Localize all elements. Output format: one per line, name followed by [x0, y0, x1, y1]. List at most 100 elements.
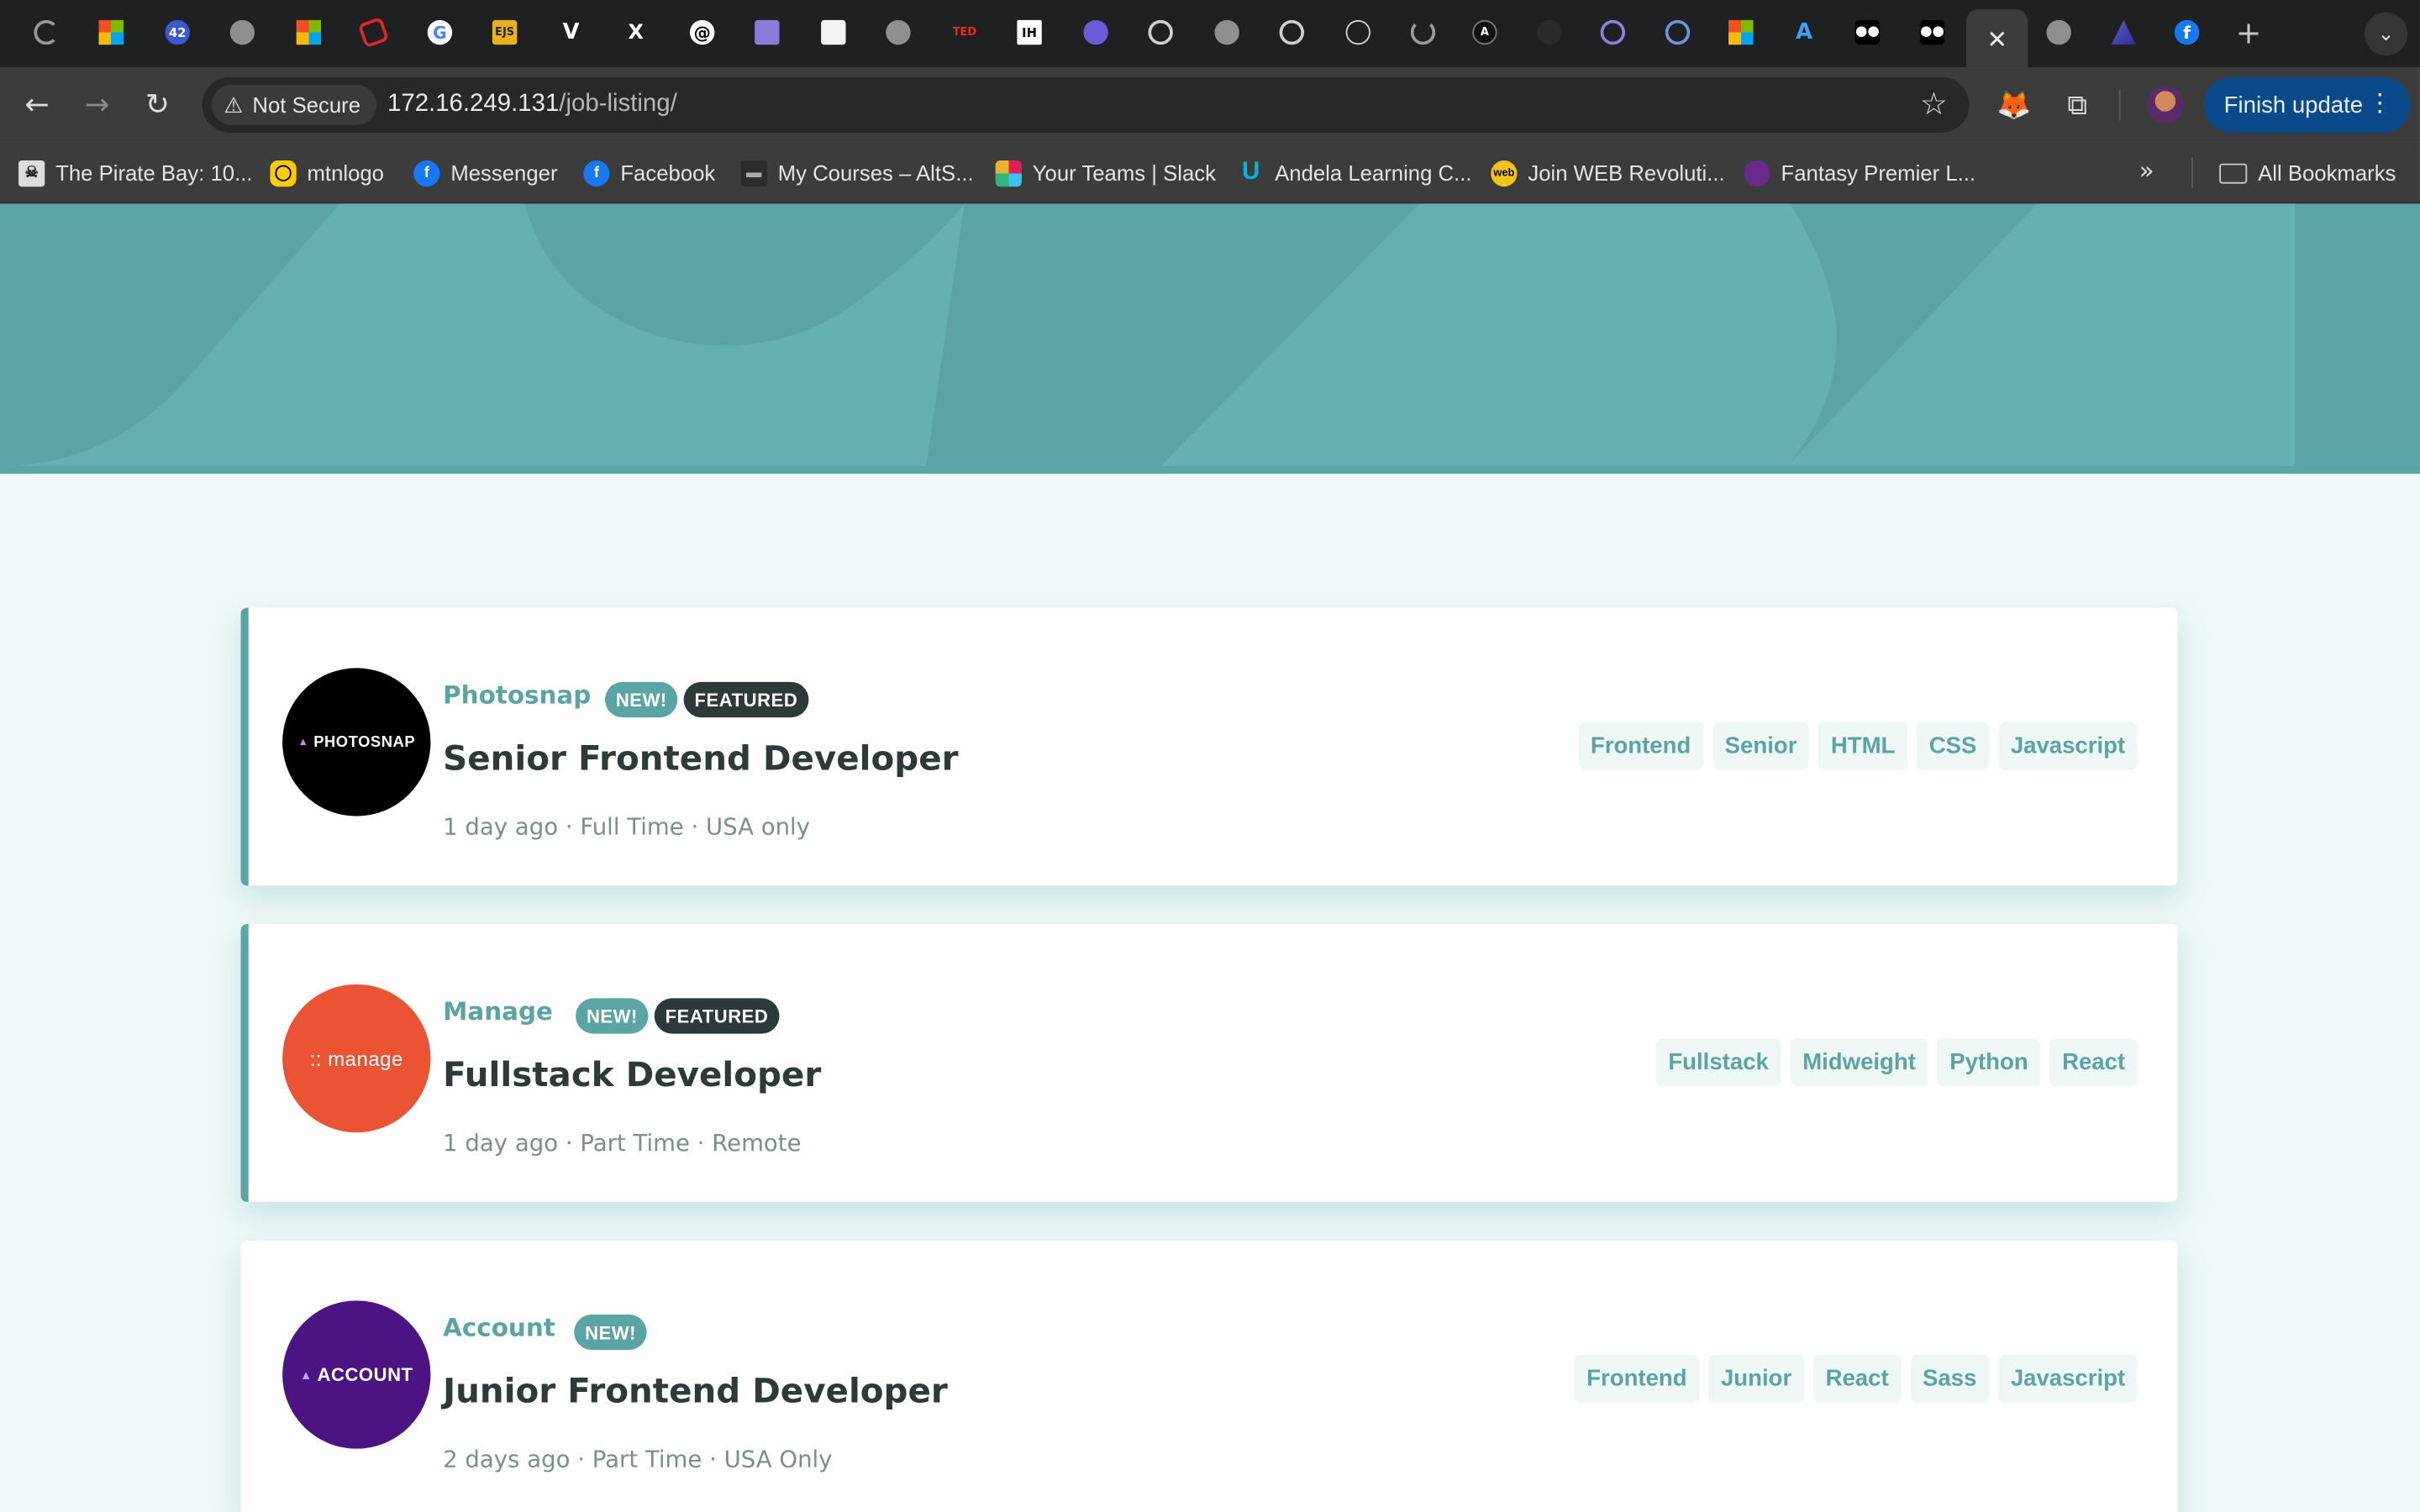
tab-v[interactable]: V [554, 15, 587, 49]
tab-dark[interactable] [1533, 15, 1566, 49]
tab-microsoft[interactable] [94, 15, 128, 49]
globe-icon [229, 19, 255, 45]
profile-avatar[interactable] [2145, 85, 2186, 125]
tab-purple[interactable] [1079, 15, 1113, 49]
tab-globe-4[interactable] [2042, 15, 2075, 49]
metamask-extension-icon[interactable]: 🦊 [1994, 85, 2034, 125]
tag-filter-button[interactable]: React [2049, 1038, 2138, 1087]
tag-filter-button[interactable]: Python [1937, 1038, 2041, 1087]
tag-filter-button[interactable]: HTML [1818, 722, 1908, 770]
job-title[interactable]: Senior Frontend Developer [443, 741, 958, 780]
back-button[interactable]: ← [18, 87, 55, 123]
job-title[interactable]: Fullstack Developer [443, 1057, 821, 1095]
tab-a-logo[interactable]: A [1787, 15, 1821, 49]
tag-filter-button[interactable]: Senior [1712, 722, 1810, 770]
tab-active[interactable]: ✕ [1965, 9, 2028, 68]
new-tab-button[interactable]: + [2228, 14, 2269, 51]
close-icon[interactable]: ✕ [1986, 24, 2007, 53]
tab-list-1[interactable] [1596, 15, 1629, 49]
tab-microsoft-3[interactable] [1724, 15, 1758, 49]
company-name[interactable]: Account [443, 1313, 555, 1342]
tab-list-2[interactable] [1660, 15, 1694, 49]
arrow-right-icon: → [85, 87, 110, 123]
tab-x[interactable]: X [619, 15, 653, 49]
tab-search-button[interactable]: ⌄ [2364, 12, 2408, 56]
microsoft-icon [1728, 19, 1754, 45]
school-icon: ▬ [740, 160, 767, 186]
tab-openai-1[interactable] [1144, 15, 1177, 49]
new-badge: NEW! [576, 998, 649, 1034]
a-logo-icon: A [1796, 19, 1813, 45]
tab-globe-2[interactable] [881, 15, 915, 49]
tag-filter-button[interactable]: React [1812, 1354, 1902, 1403]
reload-button[interactable]: ↻ [139, 87, 176, 123]
tag-filter-button[interactable]: Fullstack [1655, 1038, 1781, 1087]
bookmark-item[interactable]: ☠ The Pirate Bay: 10... [18, 157, 253, 188]
arrow-left-icon: ← [24, 87, 50, 123]
tag-filter-button[interactable]: Frontend [1574, 1354, 1700, 1403]
bookmark-item[interactable]: Fantasy Premier L... [1744, 157, 1975, 188]
tab-red-logo[interactable] [356, 15, 390, 49]
tab-a-circle[interactable]: A [1468, 15, 1502, 49]
tab-loading[interactable] [29, 15, 63, 49]
job-card-manage[interactable]: :: manage Manage NEW! FEATURED Fullstack… [240, 924, 2178, 1202]
tab-white[interactable] [817, 15, 850, 49]
job-card-photosnap[interactable]: ▲ PHOTOSNAP Photosnap NEW! FEATURED Seni… [240, 607, 2178, 886]
extensions-puzzle-icon[interactable]: ⧉ [2057, 85, 2097, 125]
job-card-account[interactable]: ▲ ACCOUNT Account NEW! Junior Frontend D… [240, 1240, 2178, 1512]
facebook-icon: f [413, 160, 440, 186]
tag-filter-button[interactable]: Frontend [1578, 722, 1703, 770]
security-indicator[interactable]: ⚠ Not Secure [211, 85, 376, 125]
tab-ih-label: IH [1022, 25, 1037, 39]
tag-filter-button[interactable]: Junior [1708, 1354, 1804, 1403]
tab-globe-1[interactable] [225, 15, 259, 49]
tab-book[interactable] [750, 15, 784, 49]
tab-medium-1[interactable]: ●● [1850, 15, 1884, 49]
tab-42[interactable]: 42 [160, 15, 194, 49]
company-name[interactable]: Photosnap [443, 680, 591, 710]
job-title[interactable]: Junior Frontend Developer [443, 1373, 948, 1412]
all-bookmarks[interactable]: All Bookmarks [2219, 157, 2396, 188]
bookmark-label: Messenger [450, 160, 558, 186]
tag-filter-button[interactable]: Javascript [1998, 1354, 2138, 1403]
tab-openai-2[interactable] [1275, 15, 1308, 49]
tab-a-triangle[interactable] [2107, 15, 2140, 49]
tab-microsoft-2[interactable] [292, 15, 325, 49]
tag-filter-button[interactable]: Javascript [1998, 722, 2138, 770]
openai-icon [1148, 19, 1173, 45]
bookmark-item[interactable]: Your Teams | Slack [995, 157, 1216, 188]
purple-circle-icon [1083, 19, 1108, 45]
posted-at: 2 days ago [443, 1445, 571, 1474]
tab-medium-2[interactable]: ●● [1915, 15, 1949, 49]
tab-ih[interactable]: IH [1013, 15, 1046, 49]
bookmark-item[interactable]: f Messenger [413, 157, 558, 188]
bookmark-star-icon[interactable]: ☆ [1920, 85, 1948, 122]
url-text[interactable]: 172.16.249.131/job-listing/ [387, 91, 677, 118]
address-bar[interactable]: ⚠ Not Secure 172.16.249.131/job-listing/… [202, 76, 1970, 133]
tab-loading-2[interactable] [1406, 15, 1439, 49]
tag-filter-button[interactable]: Midweight [1790, 1038, 1928, 1087]
tag-filter-button[interactable]: CSS [1917, 722, 1990, 770]
tab-globe-3[interactable] [1210, 15, 1244, 49]
tab-google[interactable]: G [423, 15, 456, 49]
microsoft-icon [98, 19, 124, 45]
job-location: Remote [712, 1129, 802, 1158]
company-name[interactable]: Manage [443, 997, 553, 1026]
tag-filter-button[interactable]: Sass [1910, 1354, 1990, 1403]
bookmark-item[interactable]: ◯ mtnlogo [270, 157, 384, 188]
bookmark-item[interactable]: f Facebook [583, 157, 715, 188]
bookmark-item[interactable]: ▬ My Courses – AltS... [740, 157, 974, 188]
bookmark-item[interactable]: U Andela Learning C... [1238, 157, 1472, 188]
finish-update-button[interactable]: Finish update ⋮ [2203, 76, 2411, 133]
more-vertical-icon: ⋮ [2367, 91, 2392, 118]
tab-threads[interactable]: @ [685, 15, 718, 49]
tab-facebook[interactable]: f [2170, 15, 2203, 49]
tab-ejs[interactable]: EJS [487, 15, 521, 49]
tab-ted[interactable]: TED [948, 15, 981, 49]
forward-button[interactable]: → [79, 87, 116, 123]
tab-empty[interactable] [1341, 15, 1375, 49]
job-tags: Frontend Senior HTML CSS Javascript [1578, 722, 2138, 770]
bookmarks-overflow-icon[interactable]: » [2139, 156, 2154, 186]
bookmark-item[interactable]: web Join WEB Revoluti... [1491, 157, 1725, 188]
folder-icon [2219, 162, 2248, 183]
